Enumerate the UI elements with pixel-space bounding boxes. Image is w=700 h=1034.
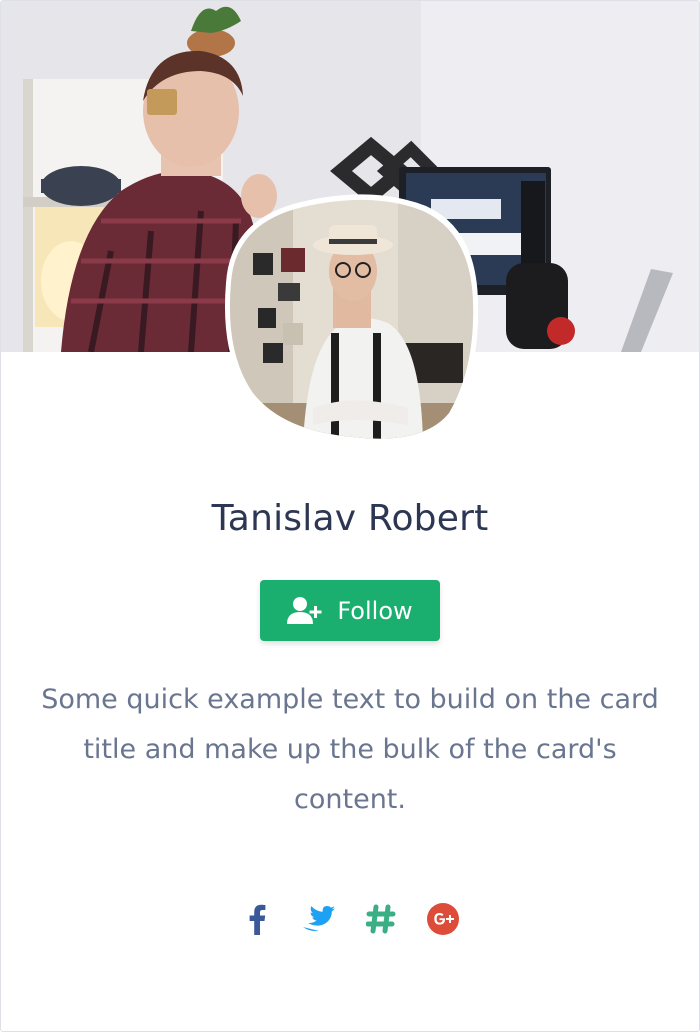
follow-label: Follow [337,596,413,625]
profile-card: Tanislav Robert Follow Some quick exampl… [0,0,700,1032]
follow-button[interactable]: Follow [260,580,440,641]
profile-name: Tanislav Robert [211,498,489,539]
social-links [1,897,699,941]
facebook-icon[interactable] [239,899,275,939]
twitter-icon[interactable] [301,899,337,939]
add-user-icon [287,596,323,626]
google-plus-icon[interactable] [425,899,461,939]
slack-icon[interactable] [363,899,399,939]
avatar [223,193,479,444]
profile-description: Some quick example text to build on the … [41,684,659,815]
